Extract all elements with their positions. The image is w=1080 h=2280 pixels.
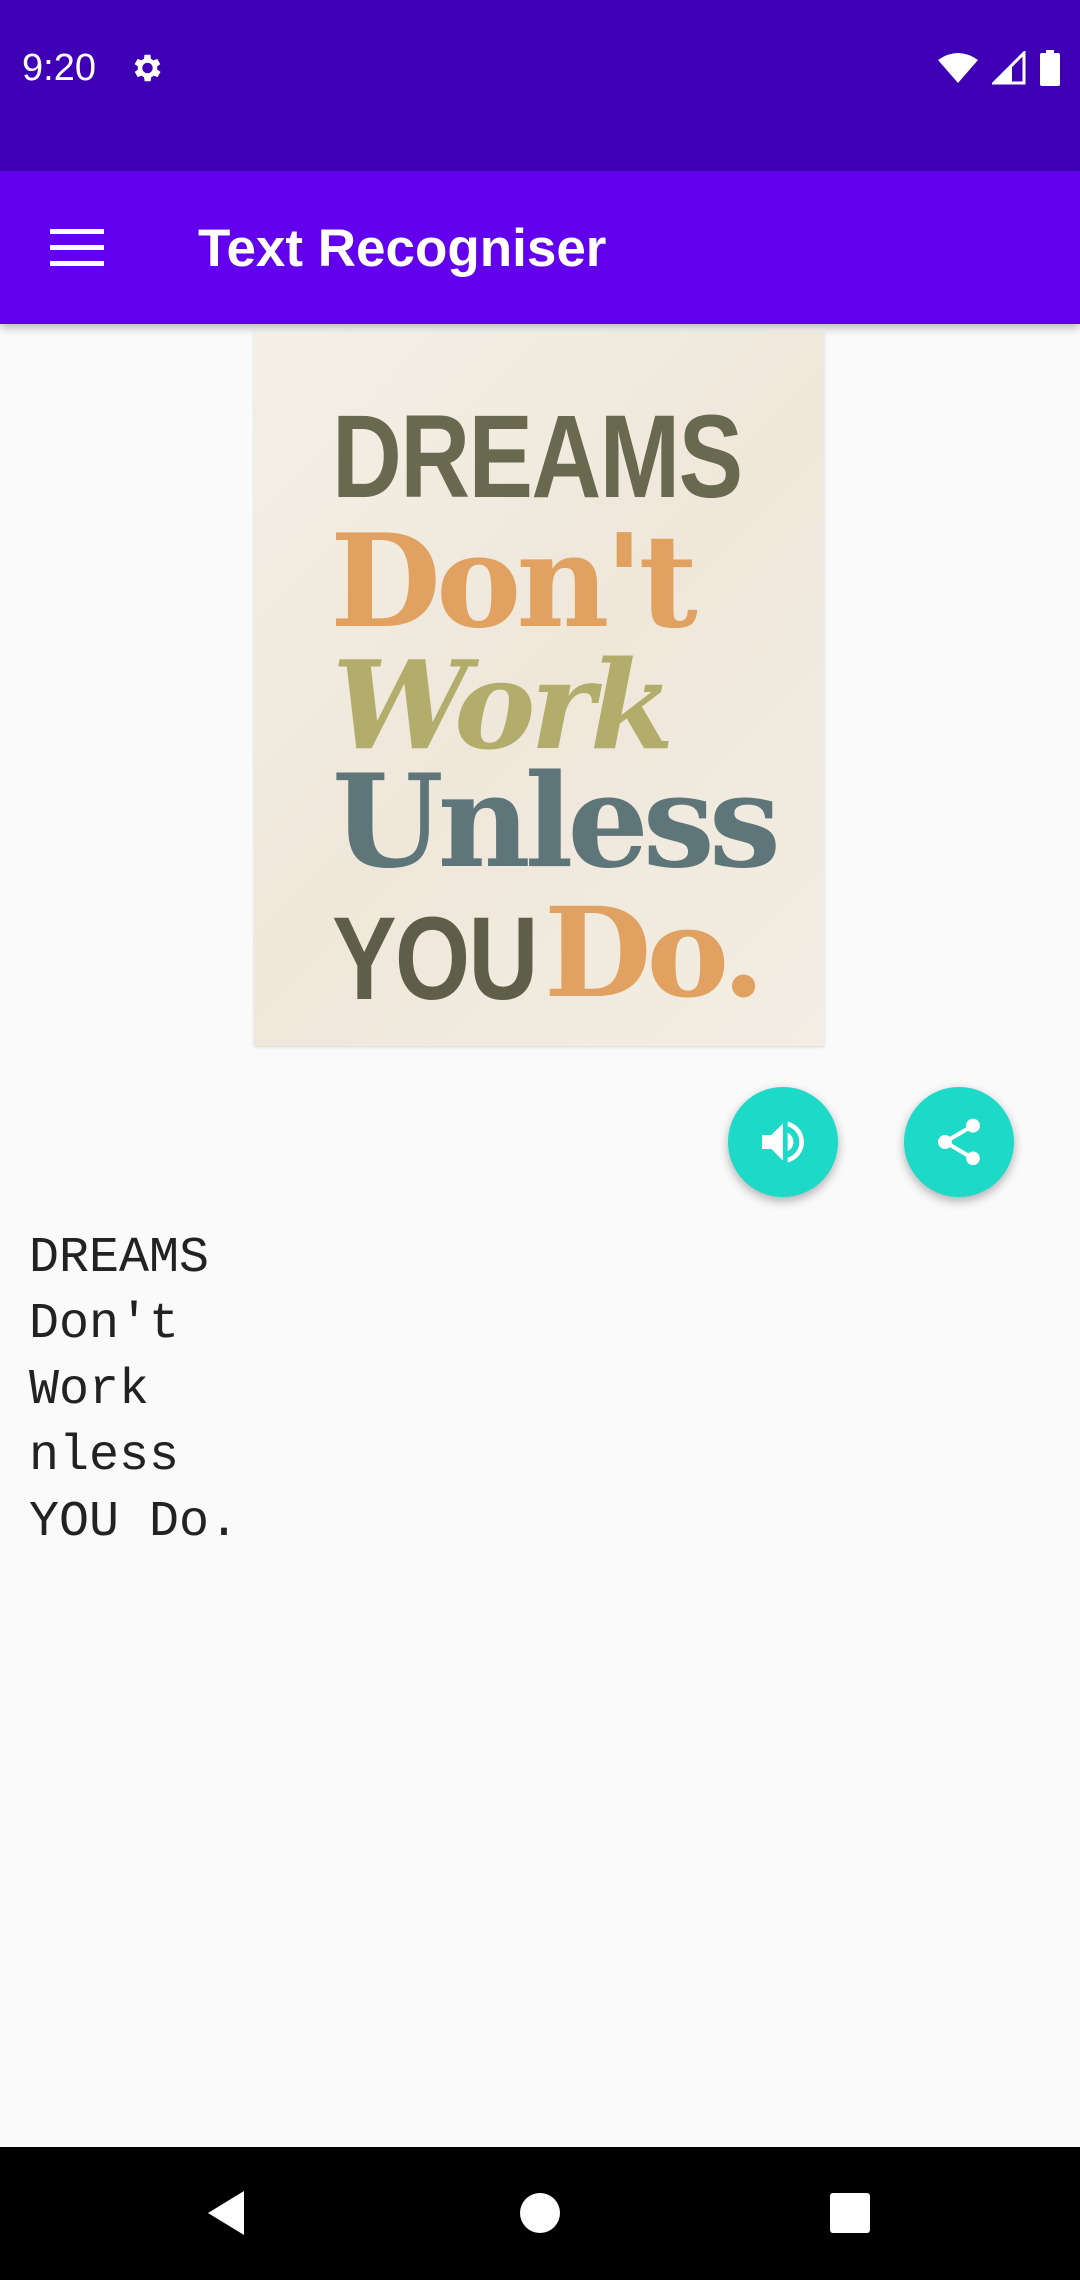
status-icons [938,48,1060,88]
app-bar: Text Recogniser [0,171,1080,324]
battery-icon [1040,50,1060,86]
status-bar: 9:20 [0,0,1080,171]
status-time: 9:20 [22,47,96,89]
home-icon [520,2193,560,2233]
gear-icon [134,54,161,82]
poster-text-line: Do. [544,881,765,1026]
home-button[interactable] [500,2173,580,2253]
share-button[interactable] [904,1087,1014,1197]
share-icon [937,1118,980,1166]
recents-button[interactable] [810,2173,890,2253]
recognized-text: DREAMS Don't Work nless YOU Do. [29,1230,240,1551]
hamburger-menu-icon [50,229,104,266]
recents-icon [830,2193,870,2233]
app-title: Text Recogniser [198,219,607,278]
poster-text-line: Unless [332,747,781,897]
menu-button[interactable] [30,201,124,295]
signal-icon [992,51,1026,85]
selected-image[interactable]: DREAMS Don't Work Unless YOU Do. [254,332,824,1046]
back-icon [208,2191,244,2235]
speak-button[interactable] [728,1087,838,1197]
poster-text-line: DREAMS [332,391,743,523]
back-button[interactable] [186,2173,266,2253]
poster-text-line: Don't [330,507,698,657]
wifi-icon [938,53,978,83]
poster-text-line: YOU [332,893,538,1025]
volume-up-icon [762,1121,804,1163]
navigation-bar [0,2147,1080,2280]
